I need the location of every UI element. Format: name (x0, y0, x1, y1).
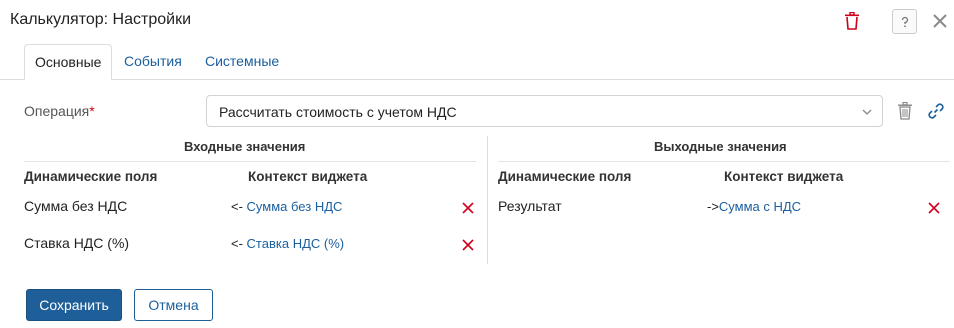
output-row-name: Результат (498, 198, 562, 214)
arrow-left: <- (231, 236, 243, 251)
input-row-name: Сумма без НДС (24, 198, 128, 214)
tab-bar: Основные События Системные (0, 44, 954, 80)
outputs-fields-header: Динамические поля (498, 169, 632, 184)
inputs-divider (24, 161, 476, 162)
operation-label: Операция* (24, 103, 95, 119)
output-row-mapping: ->Сумма с НДС (707, 199, 801, 214)
input-row-context-link[interactable]: Ставка НДС (%) (247, 236, 345, 251)
trash-icon[interactable] (897, 102, 913, 120)
outputs-divider (498, 161, 950, 162)
link-icon[interactable] (926, 101, 946, 121)
arrow-right: -> (707, 199, 719, 214)
cancel-button[interactable]: Отмена (134, 289, 213, 321)
delete-x-icon[interactable] (461, 238, 475, 252)
column-separator (487, 136, 488, 264)
operation-select-value: Рассчитать стоимость с учетом НДС (219, 104, 457, 120)
inputs-context-header: Контекст виджета (248, 169, 368, 184)
delete-x-icon[interactable] (927, 201, 941, 215)
outputs-context-header: Контекст виджета (724, 169, 844, 184)
inputs-title: Входные значения (184, 139, 306, 154)
input-row-mapping: <- Ставка НДС (%) (231, 236, 344, 251)
tab-main[interactable]: Основные (24, 44, 113, 80)
dialog-title: Калькулятор: Настройки (10, 11, 192, 28)
inputs-fields-header: Динамические поля (24, 169, 158, 184)
input-row-name: Ставка НДС (%) (24, 235, 130, 251)
help-icon[interactable] (892, 9, 917, 34)
outputs-title: Выходные значения (654, 139, 787, 154)
trash-icon[interactable] (843, 11, 861, 31)
required-mark: * (89, 103, 95, 119)
tab-system[interactable]: Системные (195, 44, 289, 80)
tab-events[interactable]: События (114, 44, 192, 80)
chevron-down-icon (862, 109, 872, 115)
input-row-context-link[interactable]: Сумма без НДС (247, 199, 343, 214)
input-row-mapping: <- Сумма без НДС (231, 199, 342, 214)
operation-label-text: Операция (24, 103, 90, 119)
close-icon[interactable] (930, 11, 950, 31)
output-row-context-link[interactable]: Сумма с НДС (719, 199, 801, 214)
arrow-left: <- (231, 199, 243, 214)
operation-select[interactable]: Рассчитать стоимость с учетом НДС (206, 95, 883, 127)
save-button[interactable]: Сохранить (26, 289, 122, 321)
delete-x-icon[interactable] (461, 201, 475, 215)
